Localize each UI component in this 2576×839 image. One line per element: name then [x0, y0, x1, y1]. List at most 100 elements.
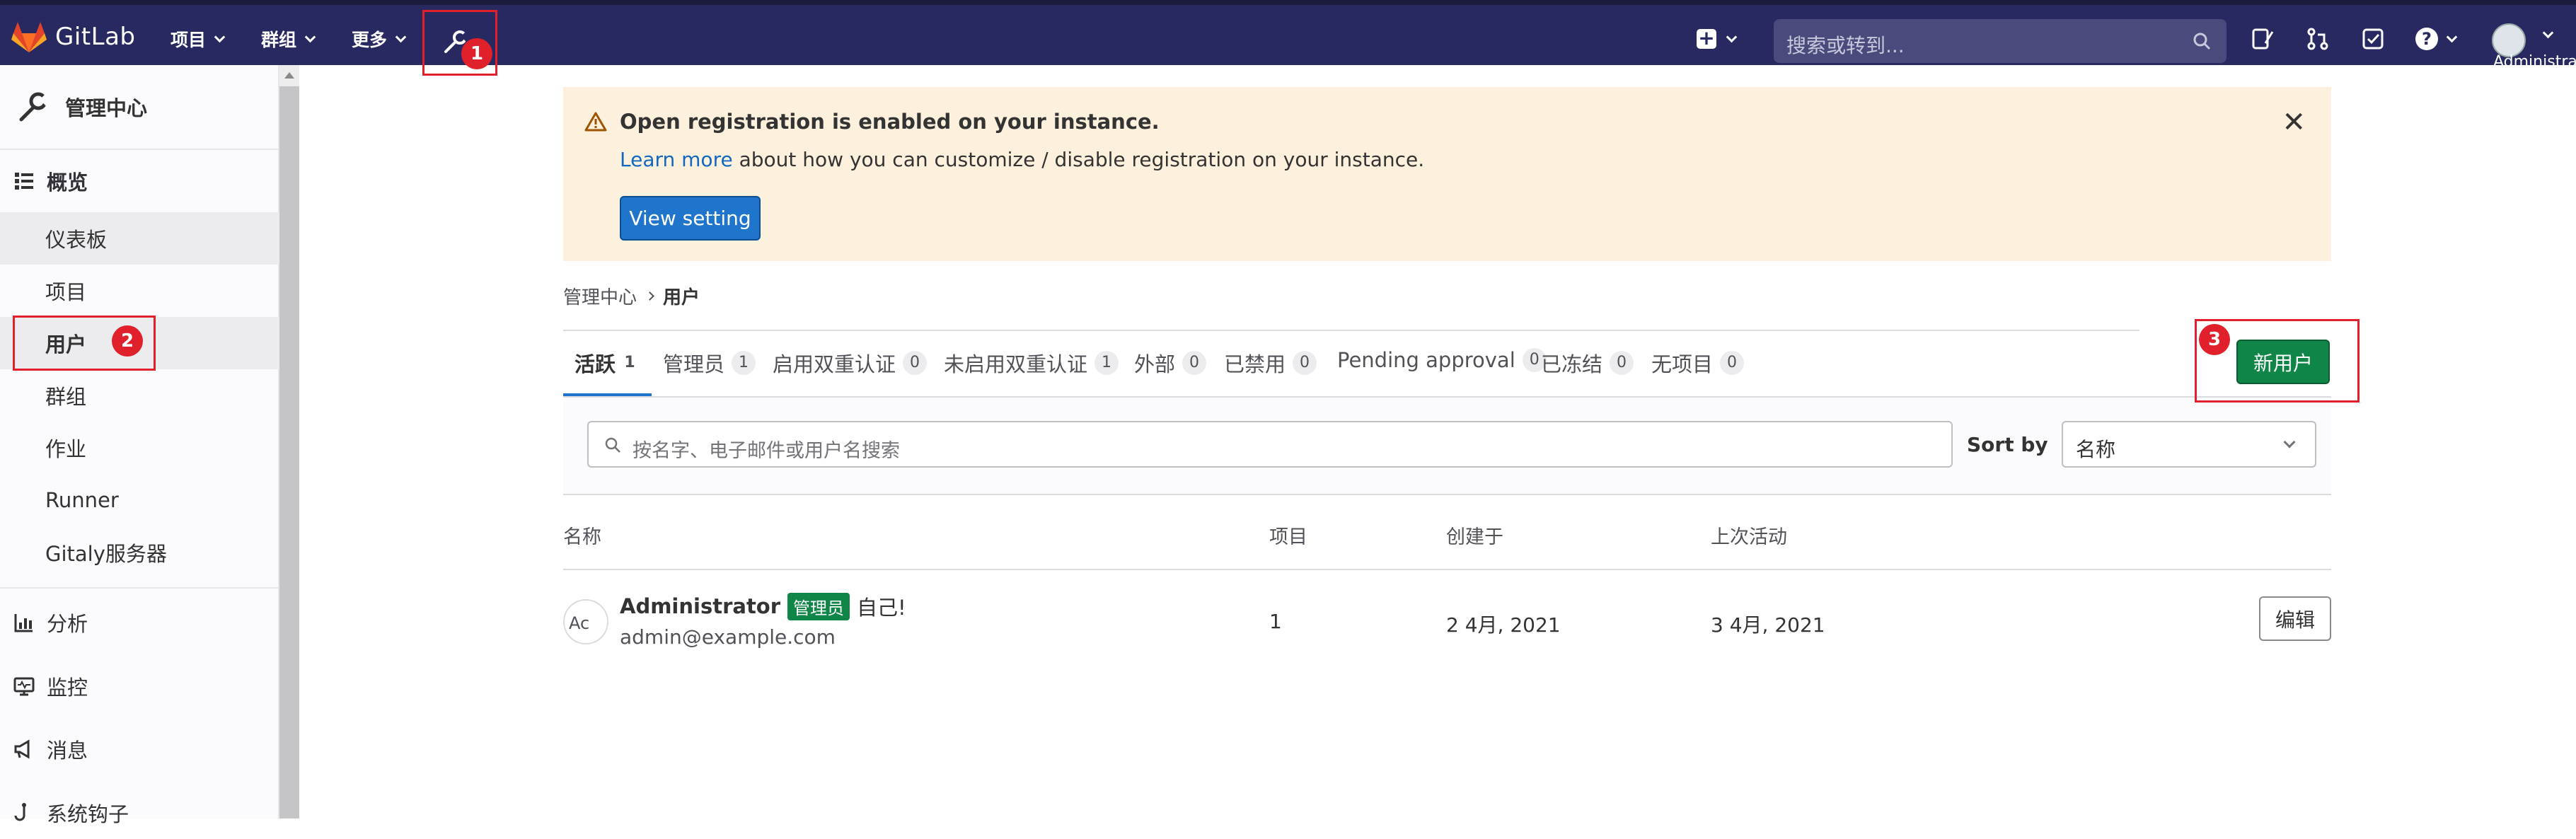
avatar-alt-text: Ac — [569, 613, 590, 633]
overview-icon — [15, 173, 33, 190]
tab-label: 外部 — [1134, 352, 1176, 376]
sidebar-item-label: 系统钩子 — [47, 802, 129, 826]
sidebar-item-label: 作业 — [45, 437, 87, 461]
breadcrumb-parent[interactable]: 管理中心 — [563, 283, 637, 309]
svg-text:?: ? — [2422, 29, 2432, 49]
view-setting-button[interactable]: View setting — [620, 196, 761, 241]
todos-icon[interactable] — [2360, 26, 2386, 52]
sidebar-item-label: 群组 — [45, 385, 87, 409]
tab-label: 管理员 — [663, 352, 725, 376]
sort-select[interactable]: 名称 — [2062, 421, 2316, 468]
sidebar-item-label: Gitaly服务器 — [45, 542, 167, 566]
alert-body: Learn more about how you can customize /… — [620, 148, 1424, 171]
chevron-down-icon — [2283, 436, 2296, 449]
merge-requests-icon[interactable] — [2305, 26, 2330, 52]
user-avatar[interactable] — [2492, 23, 2526, 57]
tab-active[interactable]: 活跃 1 — [574, 348, 637, 378]
user-search-input[interactable]: 按名字、电子邮件或用户名搜索 — [587, 421, 1953, 468]
sidebar-item-overview[interactable]: 概览 — [0, 155, 279, 207]
sidebar-scrollbar[interactable] — [279, 65, 299, 818]
tab-count-badge: 0 — [1610, 351, 1634, 375]
sidebar-item-monitoring[interactable]: 监控 — [0, 660, 279, 712]
sidebar-item-groups[interactable]: 群组 — [0, 369, 279, 422]
nav-more[interactable]: 更多 — [352, 26, 407, 52]
learn-more-link[interactable]: Learn more — [620, 148, 733, 171]
tab-external[interactable]: 外部 0 — [1134, 348, 1207, 378]
plus-icon: + — [1697, 28, 1716, 49]
sidebar-item-label: 项目 — [45, 280, 87, 304]
alert-body-text: about how you can customize / disable re… — [732, 148, 1425, 171]
scroll-up-arrow-icon[interactable] — [279, 65, 299, 86]
tab-2fa-enabled[interactable]: 启用双重认证 0 — [773, 348, 928, 378]
tab-label: 活跃 — [574, 352, 616, 376]
sidebar-header[interactable]: 管理中心 — [0, 65, 279, 150]
sidebar-item-analytics[interactable]: 分析 — [0, 596, 279, 649]
avatar[interactable]: Ac — [563, 599, 608, 644]
tab-2fa-disabled[interactable]: 未启用双重认证 1 — [944, 348, 1119, 378]
admin-sidebar: 管理中心 概览 仪表板 项目 用户 群组 作业 Runner Gitaly服务器… — [0, 65, 279, 826]
sidebar-item-label: Runner — [45, 488, 119, 512]
sidebar-item-system-hooks[interactable]: 系统钩子 — [0, 787, 279, 839]
sort-value: 名称 — [2076, 438, 2116, 461]
tab-label: 未启用双重认证 — [944, 352, 1088, 376]
tab-count-badge: 0 — [1293, 351, 1317, 375]
annotation-marker-2: 2 — [112, 325, 143, 357]
tab-without-projects[interactable]: 无项目 0 — [1651, 348, 1745, 378]
tab-count-badge: 0 — [1720, 351, 1745, 375]
annotation-marker-3: 3 — [2199, 324, 2230, 355]
nav-projects[interactable]: 项目 — [171, 26, 226, 52]
help-dropdown[interactable]: ? — [2414, 26, 2458, 52]
tab-label: 无项目 — [1651, 352, 1714, 376]
close-icon[interactable]: ✕ — [2282, 108, 2306, 137]
sidebar-item-label: 仪表板 — [45, 228, 108, 252]
sidebar-item-dashboard[interactable]: 仪表板 — [0, 212, 279, 265]
top-navbar: GitLab 项目 群组 更多 + 搜索或转到... ? Administra — [0, 0, 2576, 71]
projects-count: 1 — [1269, 610, 1282, 633]
sidebar-item-runners[interactable]: Runner — [0, 474, 279, 526]
monitor-icon — [13, 677, 35, 696]
gitlab-logo[interactable]: GitLab — [11, 21, 135, 53]
tab-count-badge: 1 — [1094, 351, 1119, 375]
alert-title: Open registration is enabled on your ins… — [620, 110, 1160, 134]
sidebar-item-label: 概览 — [47, 170, 88, 195]
chevron-down-icon — [214, 31, 226, 42]
tab-count-badge: 1 — [624, 354, 635, 371]
sidebar-item-gitaly-servers[interactable]: Gitaly服务器 — [0, 526, 279, 579]
tab-label: 启用双重认证 — [773, 352, 896, 376]
table-header-divider — [563, 569, 2331, 570]
create-new-dropdown[interactable]: + — [1697, 28, 1738, 49]
nav-groups-label: 群组 — [261, 30, 297, 50]
global-search-input[interactable]: 搜索或转到... — [1774, 19, 2226, 63]
sidebar-item-label: 分析 — [47, 612, 88, 636]
user-search-placeholder: 按名字、电子邮件或用户名搜索 — [633, 440, 900, 462]
sidebar-item-jobs[interactable]: 作业 — [0, 422, 279, 474]
tab-frozen[interactable]: 已冻结 0 — [1541, 348, 1634, 378]
user-name-link[interactable]: Administrator — [620, 594, 780, 618]
help-icon: ? — [2415, 28, 2438, 50]
last-activity-date: 3 4月, 2021 — [1711, 613, 1825, 637]
issues-icon[interactable] — [2250, 26, 2275, 52]
chevron-right-icon — [645, 291, 654, 301]
sidebar-title: 管理中心 — [65, 96, 148, 120]
self-label: 自己! — [857, 596, 906, 620]
sidebar-item-projects[interactable]: 项目 — [0, 265, 279, 317]
messages-icon — [14, 739, 30, 759]
column-header-created: 创建于 — [1446, 526, 1503, 548]
tab-admins[interactable]: 管理员 1 — [663, 348, 756, 378]
tab-label: 已冻结 — [1541, 352, 1603, 376]
tab-pending-approval[interactable]: Pending approval 0 — [1337, 348, 1547, 372]
nav-groups[interactable]: 群组 — [261, 26, 316, 52]
registration-alert: Open registration is enabled on your ins… — [563, 87, 2331, 261]
edit-user-button[interactable]: 编辑 — [2259, 596, 2331, 641]
user-email: admin@example.com — [620, 625, 836, 649]
created-date: 2 4月, 2021 — [1446, 613, 1561, 637]
tab-blocked[interactable]: 已禁用 0 — [1224, 348, 1317, 378]
chevron-down-icon — [2542, 27, 2554, 39]
chevron-down-icon — [2446, 31, 2458, 42]
main-content: Open registration is enabled on your ins… — [300, 65, 2576, 818]
sidebar-item-messages[interactable]: 消息 — [0, 723, 279, 775]
search-placeholder: 搜索或转到... — [1786, 34, 1905, 57]
search-icon — [2193, 33, 2211, 50]
tab-count-badge: 1 — [732, 351, 756, 375]
sidebar-item-label: 消息 — [47, 739, 88, 763]
